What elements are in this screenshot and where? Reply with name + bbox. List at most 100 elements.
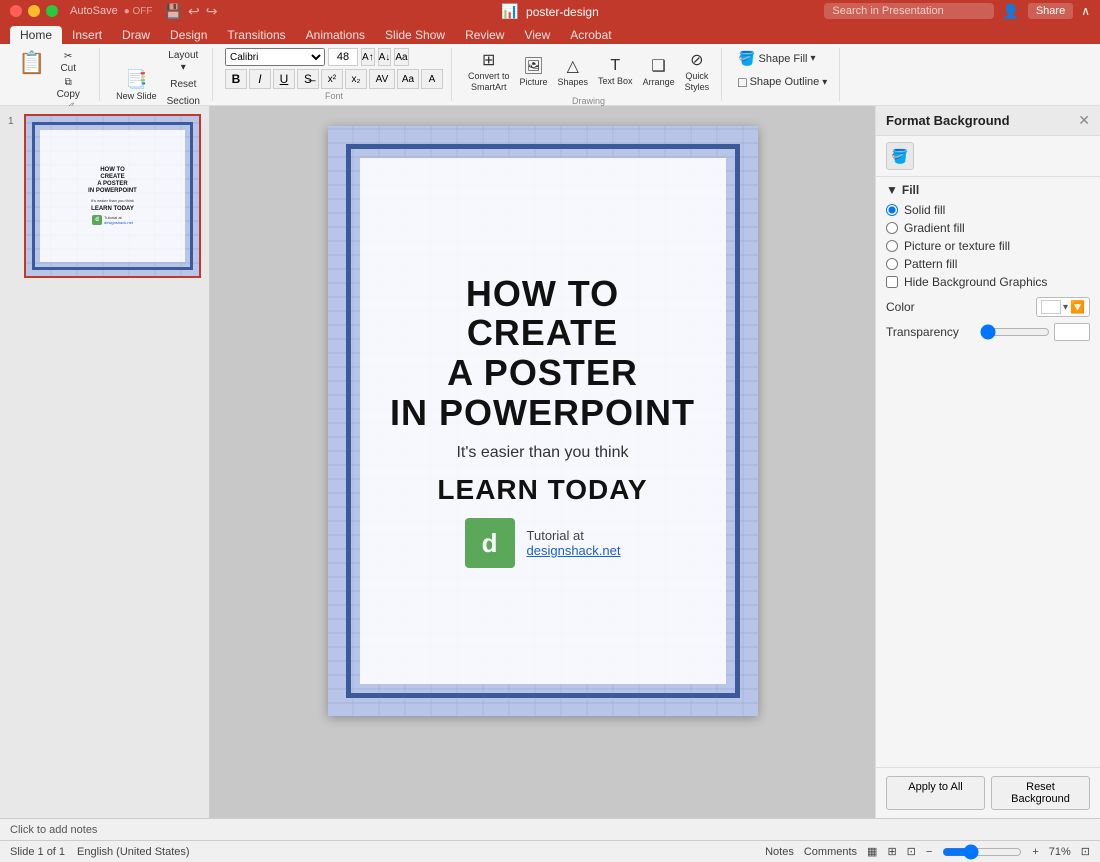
superscript-button[interactable]: x² (321, 69, 343, 89)
paint-bucket-icon: 🪣 (738, 50, 755, 67)
shape-outline-chevron: ▾ (822, 77, 827, 88)
view-normal-icon[interactable]: ▦ (867, 845, 877, 858)
search-input[interactable] (824, 3, 994, 19)
close-window-button[interactable] (10, 5, 22, 17)
reset-button[interactable]: Reset (163, 77, 204, 92)
zoom-out-button[interactable]: − (926, 846, 932, 858)
smartart-icon: ⊞ (482, 50, 495, 70)
font-case-button[interactable]: Aa (397, 69, 419, 89)
font-family-select[interactable]: Calibri (225, 48, 325, 66)
new-slide-icon: 📑 (125, 69, 147, 90)
hide-bg-checkbox[interactable] (886, 276, 898, 288)
zoom-in-button[interactable]: + (1032, 846, 1038, 858)
gradient-fill-radio[interactable] (886, 222, 898, 234)
tab-view[interactable]: View (514, 26, 560, 44)
slides-group: 📑 New Slide Layout▾ Reset Section▾ Slide… (104, 48, 213, 101)
clear-format-button[interactable]: Aa (394, 48, 408, 66)
copy-button[interactable]: ⧉ Copy (49, 76, 87, 101)
fill-icon-button[interactable]: 🪣 (886, 142, 914, 170)
tab-insert[interactable]: Insert (62, 26, 112, 44)
font-size-increase-button[interactable]: A↑ (361, 48, 375, 66)
notes-button[interactable]: Notes (765, 846, 794, 858)
font-color-button[interactable]: A (421, 69, 443, 89)
tab-draw[interactable]: Draw (112, 26, 160, 44)
picture-fill-radio[interactable] (886, 240, 898, 252)
save-icon[interactable]: 💾 (165, 3, 182, 20)
shape-fill-group: 🪣 Shape Fill ▾ □ Shape Outline ▾ (726, 48, 840, 101)
fill-bucket-icon: 🪣 (891, 148, 908, 165)
comments-button[interactable]: Comments (804, 846, 857, 858)
fit-to-window-button[interactable]: ⊡ (1081, 845, 1090, 858)
slide-thumbnail[interactable]: HOW TO CREATE A POSTER IN POWERPOINT It'… (24, 114, 201, 278)
solid-fill-radio[interactable] (886, 204, 898, 216)
notes-placeholder[interactable]: Click to add notes (10, 824, 97, 836)
underline-button[interactable]: U (273, 69, 295, 89)
italic-button[interactable]: I (249, 69, 271, 89)
subscript-button[interactable]: x₂ (345, 69, 367, 89)
tab-design[interactable]: Design (160, 26, 217, 44)
layout-button[interactable]: Layout▾ (163, 48, 204, 75)
app-body: 1 HOW TO CREATE A POSTER IN POWERPOINT I… (0, 106, 1100, 818)
tab-animations[interactable]: Animations (296, 26, 375, 44)
slide-content: HOW TO CREATE A POSTER IN POWERPOINT It'… (360, 158, 726, 684)
apply-to-all-button[interactable]: Apply to All (886, 776, 985, 810)
picture-button[interactable]: 🖼 Picture (516, 54, 552, 89)
tab-slideshow[interactable]: Slide Show (375, 26, 455, 44)
main-area: HOW TO CREATE A POSTER IN POWERPOINT It'… (210, 106, 875, 818)
document-title: 📊 poster-design (501, 3, 599, 20)
tab-review[interactable]: Review (455, 26, 514, 44)
drawing-label: Drawing (572, 94, 605, 106)
panel-header: Format Background ✕ (876, 106, 1100, 136)
view-fit-icon[interactable]: ⊡ (907, 845, 916, 858)
arrange-button[interactable]: ❑ Arrange (639, 54, 679, 89)
clipboard-group: 📋 ✂ Cut ⧉ Copy 🖌 Format Pa (6, 48, 100, 101)
transparency-input[interactable]: 0% (1054, 323, 1090, 341)
textbox-button[interactable]: T Text Box (594, 55, 637, 88)
language-label: English (United States) (77, 846, 190, 858)
slide-canvas[interactable]: HOW TO CREATE A POSTER IN POWERPOINT It'… (328, 126, 758, 716)
shapes-button[interactable]: △ Shapes (554, 54, 593, 89)
reset-background-button[interactable]: Reset Background (991, 776, 1090, 810)
tab-home[interactable]: Home (10, 26, 62, 44)
traffic-lights: AutoSave ● OFF 💾 ↩ ↪ (10, 3, 217, 20)
ribbon-collapse-icon[interactable]: ∧ (1081, 4, 1090, 18)
font-size-decrease-button[interactable]: A↓ (378, 48, 392, 66)
autosave-toggle[interactable]: ● OFF (124, 6, 153, 17)
tab-transitions[interactable]: Transitions (217, 26, 295, 44)
slide-subtitle: It's easier than you think (456, 444, 628, 462)
minimize-window-button[interactable] (28, 5, 40, 17)
undo-icon[interactable]: ↩ (188, 3, 200, 20)
strikethrough-button[interactable]: S̶ (297, 69, 319, 89)
transparency-slider[interactable] (980, 324, 1050, 340)
redo-icon[interactable]: ↪ (206, 3, 218, 20)
slide-learn: LEARN TODAY (437, 474, 647, 506)
panel-close-button[interactable]: ✕ (1078, 112, 1090, 129)
share-button[interactable]: Share (1028, 3, 1073, 19)
font-size-input[interactable] (328, 48, 358, 66)
shape-outline-button[interactable]: □ Shape Outline ▾ (734, 72, 831, 92)
convert-smartart-button[interactable]: ⊞ Convert to SmartArt (464, 48, 514, 94)
notes-bar: Click to add notes (0, 818, 1100, 840)
account-icon[interactable]: 👤 (1002, 3, 1019, 20)
zoom-slider[interactable] (942, 844, 1022, 860)
ribbon-tabs: Home Insert Draw Design Transitions Anim… (0, 22, 1100, 44)
shape-fill-button[interactable]: 🪣 Shape Fill ▾ (734, 48, 831, 69)
slide-list: 1 HOW TO CREATE A POSTER IN POWERPOINT I… (24, 114, 201, 278)
bold-button[interactable]: B (225, 69, 247, 89)
copy-icon: ⧉ (65, 77, 72, 88)
quick-styles-button[interactable]: ⊘ Quick Styles (681, 48, 714, 94)
hide-bg-row: Hide Background Graphics (886, 275, 1090, 289)
cut-button[interactable]: ✂ Cut (49, 50, 87, 75)
fullscreen-window-button[interactable] (46, 5, 58, 17)
color-picker-button[interactable]: ▾ 🔽 (1036, 297, 1090, 317)
font-spacing-button[interactable]: AV (369, 69, 395, 89)
title-bar: AutoSave ● OFF 💾 ↩ ↪ 📊 poster-design 👤 S… (0, 0, 1100, 22)
thumb-logo: d (92, 215, 102, 225)
eyedropper-icon: 🔽 (1070, 300, 1085, 314)
styles-icon: ⊘ (690, 50, 703, 70)
tab-acrobat[interactable]: Acrobat (560, 26, 621, 44)
pattern-fill-radio[interactable] (886, 258, 898, 270)
title-bar-right: 👤 Share ∧ (824, 3, 1090, 20)
view-grid-icon[interactable]: ⊞ (887, 845, 896, 858)
cut-icon: ✂ (64, 51, 72, 62)
